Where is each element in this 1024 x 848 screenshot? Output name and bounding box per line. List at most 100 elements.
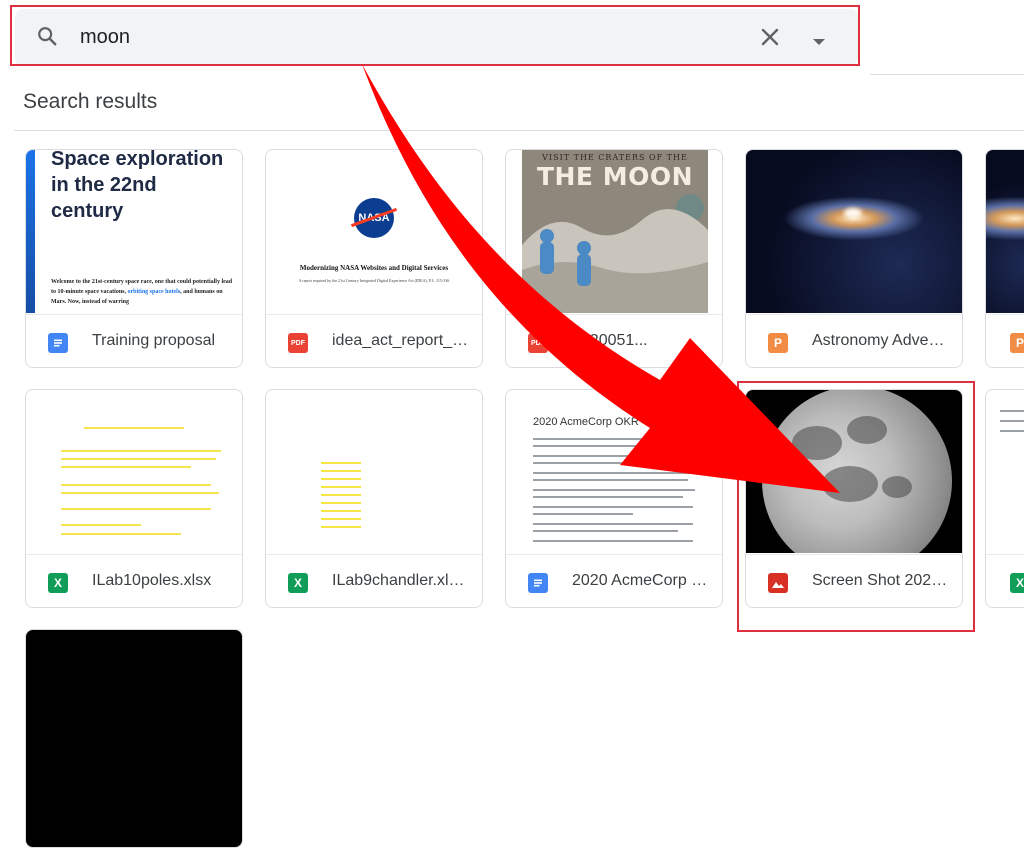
result-card-ilab10poles[interactable]: X ILab10poles.xlsx [25,389,243,608]
sheet-row [61,508,211,510]
moon-photo [746,390,962,553]
card-caption: 2020 AcmeCorp O... [506,554,722,607]
sheet-row [321,470,361,472]
pdf-preview: NASA Modernizing NASA Websites and Digit… [266,150,482,313]
poster-title: THE MOON [536,162,694,191]
sheet-row [61,450,221,452]
preview-title: Modernizing NASA Websites and Digital Se… [299,264,449,272]
card-caption: X ILab10poles.xlsx [26,554,242,607]
card-caption: PDF 2020051... [506,314,722,367]
preview-text-line [533,472,693,474]
sheet-preview [26,390,242,553]
clear-search-icon[interactable] [760,27,780,52]
result-card-ilab9chandler[interactable]: X ILab9chandler.xlsx... [265,389,483,608]
result-card-moon-poster-pdf[interactable]: VISIT THE CRATERS OF THE THE MOON PDF 20… [505,149,723,368]
google-docs-icon [48,333,68,353]
result-card-idea-act-report[interactable]: NASA Modernizing NASA Websites and Digit… [265,149,483,368]
card-caption: X [986,554,1024,607]
preview-text-line [533,530,678,532]
result-card-training-proposal[interactable]: Space exploration in the 22nd century We… [25,149,243,368]
result-card-acmecorp-okr[interactable]: 2020 AcmeCorp OKR 2020 AcmeCorp O... [505,389,723,608]
search-box[interactable] [15,9,858,66]
google-docs-icon [528,573,548,593]
moon-disc [762,390,952,553]
file-name: Astronomy Advent... [812,332,952,349]
image-file-icon [768,573,788,593]
sheet-row [321,478,361,480]
google-sheets-icon: X [288,573,308,593]
sheet-row [321,462,361,464]
sheet-row [61,524,141,526]
card-caption: PDF idea_act_report_to... [266,314,482,367]
preview-text-line [533,489,695,491]
preview-text-line [1000,420,1024,422]
pdf-icon: PDF [528,333,548,353]
result-card-screen-shot[interactable]: Screen Shot 2020-... [745,389,963,608]
sheet-row [61,484,211,486]
sheet-row [321,494,361,496]
file-name: 2020051... [572,332,648,349]
google-slides-icon: P [1010,333,1024,353]
results-heading: Search results [23,90,158,113]
result-card-partial-video[interactable] [25,629,243,848]
preview-text-line [533,523,693,525]
result-card-partial[interactable]: P [985,149,1024,368]
result-card-astronomy-adventure[interactable]: P Astronomy Advent... [745,149,963,368]
galaxy-image [746,150,962,313]
divider [870,74,1024,75]
search-input[interactable]: moon [80,26,130,49]
preview-title: Space exploration in the 22nd century [51,150,224,222]
file-name: Training proposal [92,332,216,349]
preview-text-line [533,438,693,440]
card-caption: P [986,314,1024,367]
card-caption: Training proposal [26,314,242,367]
google-sheets-icon: X [48,573,68,593]
galaxy-image [986,150,1024,313]
preview-text-line [533,445,683,447]
preview-text-line [533,455,695,457]
sheet-preview [986,390,1024,553]
sheet-row [61,466,191,468]
pdf-preview: VISIT THE CRATERS OF THE THE MOON [506,150,722,313]
preview-text-line [1000,410,1024,412]
divider [14,130,1024,131]
sheet-row [321,502,361,504]
preview-text-line [533,540,693,542]
doc-preview: 2020 AcmeCorp OKR [506,390,722,553]
file-name: ILab10poles.xlsx [92,572,212,589]
preview-link: orbiting space hotels [127,289,181,295]
sheet-row [61,458,216,460]
card-caption: X ILab9chandler.xlsx... [266,554,482,607]
doc-preview: Space exploration in the 22nd century We… [26,150,242,313]
result-card-partial[interactable]: X [985,389,1024,608]
file-name: Screen Shot 2020-... [812,572,952,589]
card-caption: P Astronomy Advent... [746,314,962,367]
google-slides-icon: P [768,333,788,353]
preview-subtitle: A report required by the 21st Century In… [298,278,450,283]
search-icon[interactable] [36,25,58,52]
search-options-dropdown-icon[interactable] [812,33,826,51]
sheet-row [61,492,219,494]
preview-text-line [533,506,693,508]
slides-preview [986,150,1024,313]
image-preview [746,390,962,553]
doc-accent-bar [26,150,35,313]
file-name: ILab9chandler.xlsx... [332,572,472,589]
preview-text-line [533,462,653,464]
sheet-row [84,427,184,429]
file-name: idea_act_report_to... [332,332,472,349]
slides-preview [746,150,962,313]
google-sheets-icon: X [1010,573,1024,593]
sheet-row [321,526,361,528]
preview-body: Welcome to the 21st-century space race, … [51,277,236,307]
sheet-row [321,486,361,488]
sheet-row [321,510,361,512]
sheet-row [61,533,181,535]
preview-title: 2020 AcmeCorp OKR [533,416,639,428]
card-caption: Screen Shot 2020-... [746,554,962,607]
preview-text-line [1000,430,1024,432]
poster-tagline: VISIT THE CRATERS OF THE [542,153,688,162]
sheet-row [321,518,361,520]
preview-text-line [533,496,683,498]
nasa-logo: NASA [354,198,394,238]
